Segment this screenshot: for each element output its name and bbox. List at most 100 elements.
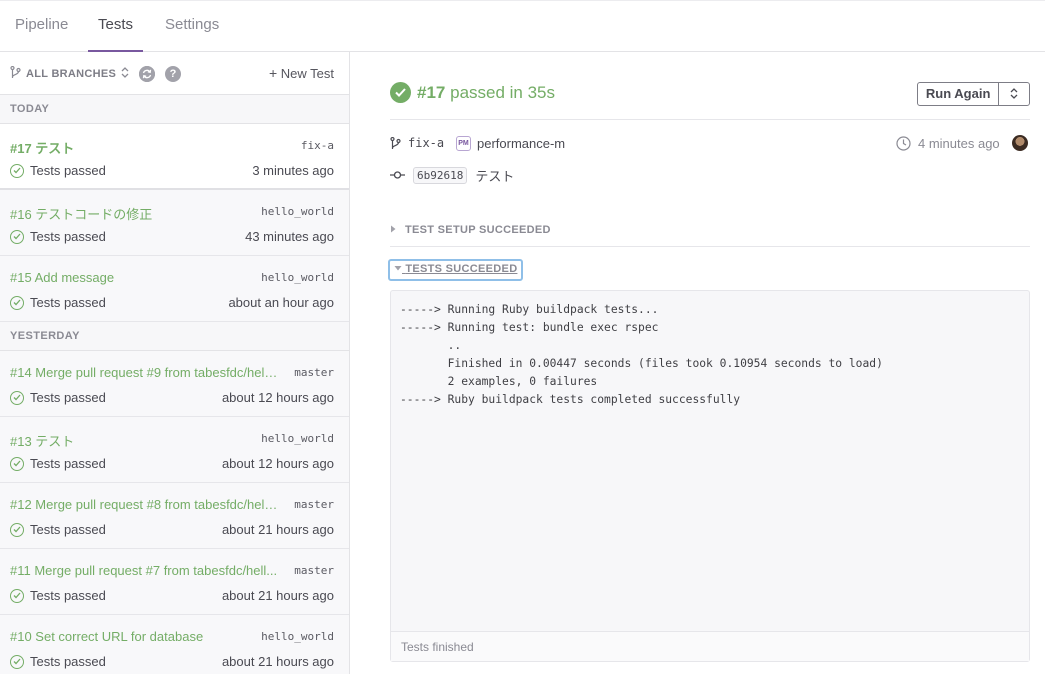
branch-selector[interactable]: ALL BRANCHES: [10, 65, 129, 82]
run-title: #10 Set correct URL for database: [10, 629, 204, 644]
run-status: Tests passed: [10, 588, 106, 603]
log-text: -----> Running Ruby buildpack tests... -…: [400, 301, 883, 409]
run-time: about 12 hours ago: [221, 390, 334, 405]
new-test-button[interactable]: + New Test: [269, 65, 334, 81]
run-status-label: Tests passed: [30, 163, 106, 178]
help-icon[interactable]: ?: [165, 66, 181, 82]
tests-section-toggle[interactable]: TESTS SUCCEEDED: [388, 259, 524, 281]
run-status: Tests passed: [10, 522, 106, 537]
commit-message: テスト: [475, 168, 515, 184]
user-avatar[interactable]: [1012, 135, 1028, 151]
run-branch: master: [294, 366, 334, 379]
run-number: #17: [417, 83, 446, 102]
tests-section-label: TESTS SUCCEEDED: [405, 263, 518, 275]
run-title: #11 Merge pull request #7 from tabesfdc/…: [10, 563, 278, 578]
run-again-button[interactable]: Run Again: [918, 83, 1000, 105]
test-run-item[interactable]: #11 Merge pull request #7 from tabesfdc/…: [0, 549, 349, 615]
run-branch: hello_world: [261, 271, 334, 284]
run-title: #14 Merge pull request #9 from tabesfdc/…: [10, 365, 278, 380]
tab-tests[interactable]: Tests: [98, 1, 133, 52]
run-branch: master: [294, 564, 334, 577]
run-branch: hello_world: [261, 205, 334, 218]
section-yesterday: YESTERDAY: [0, 322, 349, 351]
new-test-label: New Test: [280, 66, 334, 81]
run-branch-name[interactable]: fix-a: [408, 136, 444, 150]
run-status: Tests passed: [10, 163, 106, 178]
run-status-label: Tests passed: [30, 456, 106, 471]
tab-settings[interactable]: Settings: [165, 1, 219, 52]
run-result-title: #17 passed in 35s: [417, 83, 555, 103]
check-circle-icon: [10, 588, 24, 603]
run-status: Tests passed: [10, 229, 106, 244]
tab-pipeline[interactable]: Pipeline: [15, 1, 68, 52]
run-time: about 12 hours ago: [221, 456, 334, 471]
clock-icon: [896, 136, 911, 154]
run-status-label: Tests passed: [30, 390, 106, 405]
run-time: about an hour ago: [228, 295, 334, 310]
commit-sha[interactable]: 6b92618: [413, 166, 468, 184]
test-log-output: -----> Running Ruby buildpack tests... -…: [390, 290, 1030, 662]
check-circle-icon: [10, 456, 24, 471]
run-status-label: Tests passed: [30, 522, 106, 537]
test-setup-section[interactable]: TEST SETUP SUCCEEDED: [390, 210, 1030, 247]
branch-selector-label: ALL BRANCHES: [26, 68, 117, 80]
run-meta: fix-a PM performance-m 4 minutes ago: [390, 135, 1030, 155]
test-run-item[interactable]: #14 Merge pull request #9 from tabesfdc/…: [0, 351, 349, 417]
test-run-item[interactable]: #13 テスト hello_world Tests passed about 1…: [0, 417, 349, 483]
run-time: about 21 hours ago: [221, 522, 334, 537]
run-status-label: Tests passed: [30, 654, 106, 669]
run-time-ago: 4 minutes ago: [918, 136, 1000, 151]
check-circle-icon: [10, 522, 24, 537]
pipeline-name[interactable]: performance-m: [477, 136, 565, 151]
run-time: about 21 hours ago: [221, 654, 334, 669]
test-run-item[interactable]: #12 Merge pull request #8 from tabesfdc/…: [0, 483, 349, 549]
log-line: ..: [400, 339, 462, 352]
run-time: 3 minutes ago: [252, 163, 334, 178]
run-status: Tests passed: [10, 390, 106, 405]
section-today: TODAY: [0, 95, 349, 124]
top-nav: Pipeline Tests Settings: [0, 0, 1045, 52]
test-setup-label: TEST SETUP SUCCEEDED: [405, 224, 551, 236]
log-line: Finished in 0.00447 seconds (files took …: [400, 357, 883, 370]
check-circle-icon: [10, 654, 24, 669]
test-run-item[interactable]: #10 Set correct URL for database hello_w…: [0, 615, 349, 674]
log-footer-status: Tests finished: [391, 631, 1029, 661]
run-time: about 21 hours ago: [221, 588, 334, 603]
run-title: #12 Merge pull request #8 from tabesfdc/…: [10, 497, 278, 512]
run-title: #17 テスト: [10, 141, 75, 156]
run-again-group: Run Again: [917, 82, 1030, 106]
run-branch: master: [294, 498, 334, 511]
run-result-text: passed in 35s: [450, 83, 556, 102]
run-status: Tests passed: [10, 654, 106, 669]
log-line: 2 examples, 0 failures: [400, 375, 598, 388]
test-run-item[interactable]: #15 Add message hello_world Tests passed…: [0, 256, 349, 322]
run-status-label: Tests passed: [30, 588, 106, 603]
run-status: Tests passed: [10, 456, 106, 471]
run-branch: hello_world: [261, 630, 334, 643]
run-title: #13 テスト: [10, 434, 75, 449]
branch-icon: [390, 136, 401, 153]
run-header: #17 passed in 35s Run Again: [390, 52, 1030, 120]
pipeline-icon: PM: [456, 136, 471, 151]
refresh-icon[interactable]: [139, 66, 155, 82]
run-title: #16 テストコードの修正: [10, 207, 153, 222]
run-title: #15 Add message: [10, 270, 115, 285]
run-again-options-button[interactable]: [999, 83, 1029, 105]
run-status-label: Tests passed: [30, 229, 106, 244]
test-run-item[interactable]: #17 テスト fix-a Tests passed 3 minutes ago: [0, 124, 349, 190]
log-line: -----> Ruby buildpack tests completed su…: [400, 393, 741, 406]
run-branch: fix-a: [300, 139, 334, 152]
test-run-item[interactable]: #16 テストコードの修正 hello_world Tests passed 4…: [0, 190, 349, 256]
commit-info: 6b92618 テスト: [390, 165, 514, 185]
log-line: -----> Running test: bundle exec rspec: [400, 321, 659, 334]
run-time: 43 minutes ago: [245, 229, 334, 244]
branch-icon: [10, 65, 21, 82]
sidebar-toolbar: ALL BRANCHES ? + New Test: [0, 52, 349, 95]
run-status: Tests passed: [10, 295, 106, 310]
success-check-icon: [390, 82, 411, 103]
chevron-updown-icon: [121, 67, 129, 81]
check-circle-icon: [10, 229, 24, 244]
chevron-updown-icon: [1010, 87, 1018, 102]
test-run-detail: #17 passed in 35s Run Again fix-a PM per…: [350, 52, 1045, 674]
log-line: -----> Running Ruby buildpack tests...: [400, 303, 659, 316]
